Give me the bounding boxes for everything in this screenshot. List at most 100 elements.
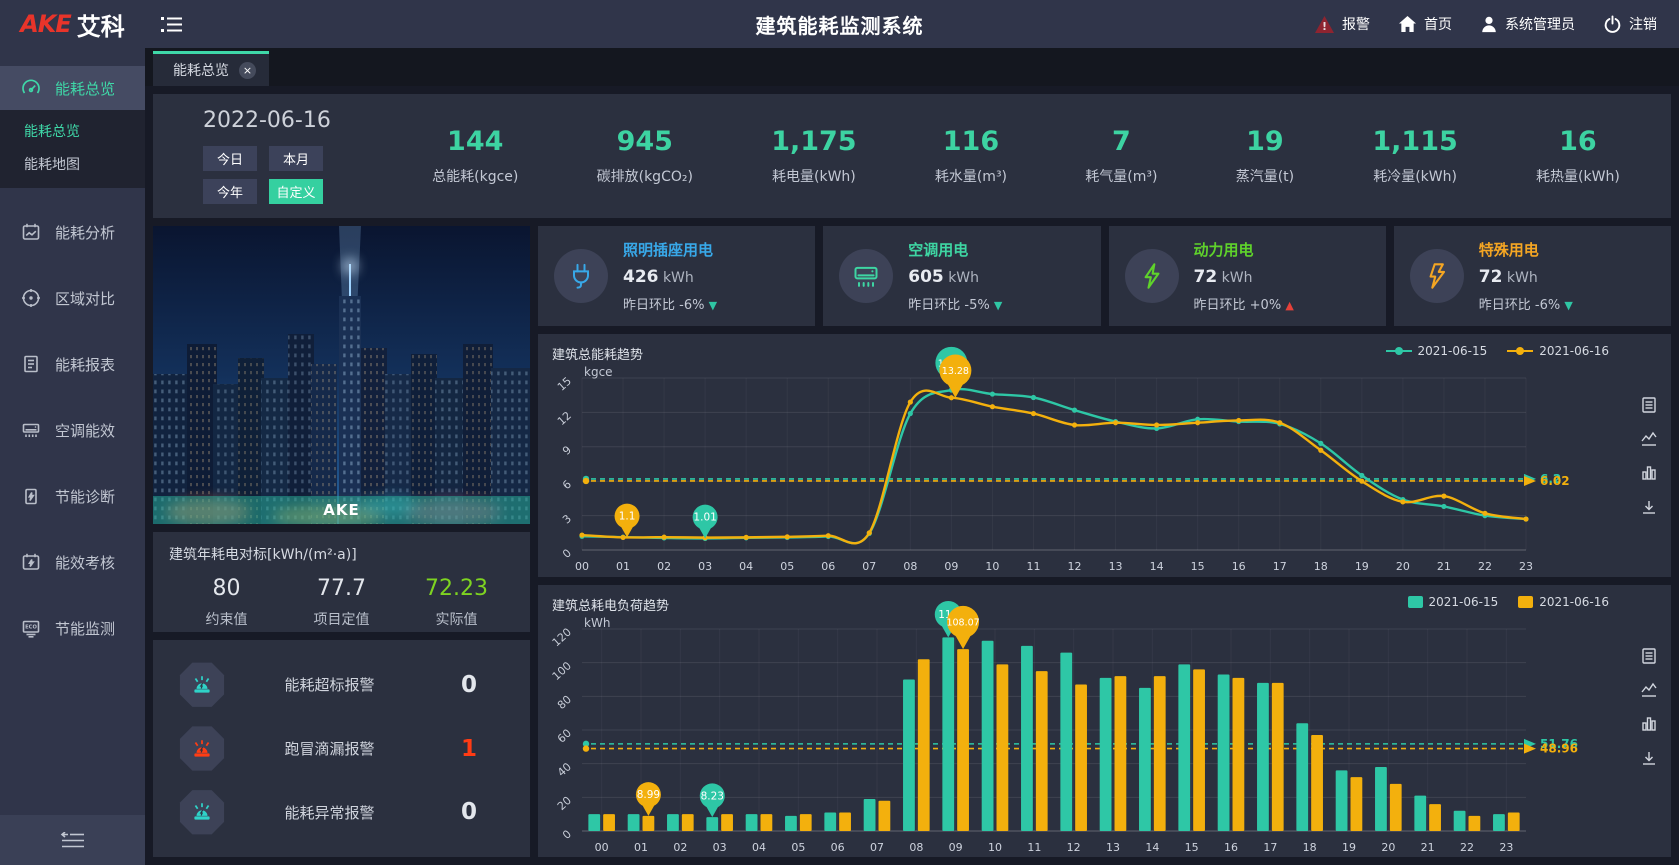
- svg-text:60: 60: [555, 727, 574, 746]
- svg-text:03: 03: [698, 560, 712, 573]
- card-compare: 昨日环比 +0% ▲: [1194, 294, 1294, 313]
- sidebar-item-energy-report[interactable]: 能耗报表: [0, 342, 145, 386]
- chart-title: 建筑总耗电负荷趋势: [552, 595, 669, 614]
- svg-text:23: 23: [1519, 560, 1533, 573]
- sidebar-collapse-button[interactable]: [0, 815, 145, 865]
- legend-item-prev-day[interactable]: 2021-06-15: [1386, 344, 1488, 358]
- line-chart-canvas: 0369121500010203040506070809101112131415…: [538, 362, 1618, 576]
- calendar-bolt-icon: [20, 551, 42, 573]
- brand-logo-name: 艾科: [77, 7, 125, 42]
- legend-item-curr-day[interactable]: 2021-06-16: [1507, 344, 1609, 358]
- overview-header-panel: 2022-06-16 今日 本月 今年 自定义 144总能耗(kgce) 945…: [153, 94, 1671, 218]
- warning-triangle-icon: !: [1314, 15, 1335, 34]
- svg-text:17: 17: [1263, 841, 1277, 854]
- svg-text:15: 15: [1185, 841, 1199, 854]
- bar-chart-toggle-icon[interactable]: [1640, 464, 1658, 482]
- sidebar-item-hvac-efficiency[interactable]: 空调能效: [0, 408, 145, 452]
- range-button-custom[interactable]: 自定义: [269, 179, 323, 204]
- sidebar-subitem-energy-map[interactable]: 能耗地图: [0, 149, 145, 182]
- logout-menu-item[interactable]: 注销: [1603, 14, 1657, 34]
- svg-text:02: 02: [657, 560, 671, 573]
- range-button-month[interactable]: 本月: [269, 146, 323, 171]
- trend-down-icon: ▼: [709, 299, 717, 312]
- stat-gas: 7耗气量(m³): [1085, 126, 1157, 186]
- card-value: 72 kWh: [1479, 267, 1573, 287]
- svg-text:3: 3: [560, 512, 574, 526]
- tabbar: 能耗总览 ×: [145, 48, 1679, 86]
- alarm-menu-item[interactable]: ! 报警: [1314, 14, 1370, 34]
- sidebar-item-energy-diagnosis[interactable]: 节能诊断: [0, 474, 145, 518]
- sidebar-subitem-energy-overview[interactable]: 能耗总览: [0, 116, 145, 149]
- sidebar-item-energy-analysis[interactable]: 能耗分析: [0, 210, 145, 254]
- sidebar-item-efficiency-assessment[interactable]: 能效考核: [0, 540, 145, 584]
- data-view-icon[interactable]: [1640, 396, 1658, 414]
- svg-text:04: 04: [739, 560, 753, 573]
- sidebar-item-label: 空调能效: [55, 420, 115, 441]
- svg-text:00: 00: [575, 560, 589, 573]
- card-title: 特殊用电: [1479, 239, 1573, 260]
- eco-monitor-icon: ECO: [20, 617, 42, 639]
- svg-text:05: 05: [780, 560, 794, 573]
- stat-heating: 16耗热量(kWh): [1536, 126, 1620, 186]
- date-range-buttons: 今日 本月 今年 自定义: [203, 146, 393, 204]
- svg-text:8.99: 8.99: [637, 789, 660, 801]
- sidebar-item-energy-overview[interactable]: 能耗总览: [0, 66, 145, 110]
- svg-text:01: 01: [616, 560, 630, 573]
- svg-text:0: 0: [560, 828, 574, 842]
- svg-text:ECO: ECO: [25, 625, 37, 631]
- line-chart-toggle-icon[interactable]: [1640, 681, 1658, 699]
- svg-text:18: 18: [1303, 841, 1317, 854]
- svg-text:120: 120: [550, 626, 574, 650]
- card-title: 照明插座用电: [623, 239, 717, 260]
- download-icon[interactable]: [1640, 498, 1658, 516]
- sidebar-item-area-compare[interactable]: 区域对比: [0, 276, 145, 320]
- range-button-today[interactable]: 今日: [203, 146, 257, 171]
- sidebar-item-energy-saving-monitor[interactable]: ECO 节能监测: [0, 606, 145, 650]
- legend-item-curr-day[interactable]: 2021-06-16: [1518, 595, 1609, 609]
- svg-text:09: 09: [949, 841, 963, 854]
- svg-text:14: 14: [1145, 841, 1159, 854]
- svg-text:20: 20: [1396, 560, 1410, 573]
- home-menu-item[interactable]: 首页: [1398, 14, 1452, 34]
- siren-icon: [179, 662, 225, 708]
- svg-text:10: 10: [988, 841, 1002, 854]
- sidebar-item-label: 节能诊断: [55, 486, 115, 507]
- svg-text:18: 18: [1314, 560, 1328, 573]
- document-icon: [20, 353, 42, 375]
- card-compare: 昨日环比 -6% ▼: [623, 294, 717, 313]
- svg-text:12: 12: [1067, 841, 1081, 854]
- siren-icon-alert: [179, 726, 225, 772]
- chart-toolbox: [1640, 396, 1658, 516]
- alarm-count: 1: [434, 736, 504, 762]
- svg-text:11: 11: [1026, 560, 1040, 573]
- power-load-chart-panel: 建筑总耗电负荷趋势 kWh 2021-06-15 2021-06-16 0204…: [538, 585, 1671, 857]
- line-chart-toggle-icon[interactable]: [1640, 430, 1658, 448]
- range-button-year[interactable]: 今年: [203, 179, 257, 204]
- user-menu-item[interactable]: 系统管理员: [1480, 14, 1575, 34]
- stat-carbon: 945碳排放(kgCO₂): [597, 126, 693, 186]
- sidebar: 能耗总览 能耗总览 能耗地图 能耗分析 区域对比 能耗报表: [0, 48, 145, 865]
- collapse-icon: [60, 832, 86, 849]
- tab-close-icon[interactable]: ×: [239, 62, 256, 79]
- svg-text:04: 04: [752, 841, 766, 854]
- card-lighting-socket-power: 照明插座用电 426 kWh 昨日环比 -6% ▼: [538, 226, 815, 326]
- svg-text:07: 07: [862, 560, 876, 573]
- card-compare: 昨日环比 -5% ▼: [908, 294, 1002, 313]
- data-view-icon[interactable]: [1640, 647, 1658, 665]
- page-title: 建筑能耗监测系统: [756, 10, 924, 39]
- current-date: 2022-06-16: [203, 108, 393, 133]
- svg-text:06: 06: [821, 560, 835, 573]
- download-icon[interactable]: [1640, 749, 1658, 767]
- svg-text:20: 20: [1381, 841, 1395, 854]
- card-special-power: 特殊用电 72 kWh 昨日环比 -6% ▼: [1394, 226, 1671, 326]
- battery-bolt-icon: [20, 485, 42, 507]
- hamburger-menu-icon[interactable]: [161, 16, 183, 33]
- flash-icon: [1410, 249, 1464, 303]
- tab-energy-overview[interactable]: 能耗总览 ×: [153, 51, 269, 86]
- legend-item-prev-day[interactable]: 2021-06-15: [1408, 595, 1499, 609]
- chart-title: 建筑总能耗趋势: [552, 344, 643, 363]
- trend-up-icon: ▲: [1285, 299, 1293, 312]
- stat-steam: 19蒸汽量(t): [1236, 126, 1294, 186]
- bar-chart-toggle-icon[interactable]: [1640, 715, 1658, 733]
- svg-text:02: 02: [673, 841, 687, 854]
